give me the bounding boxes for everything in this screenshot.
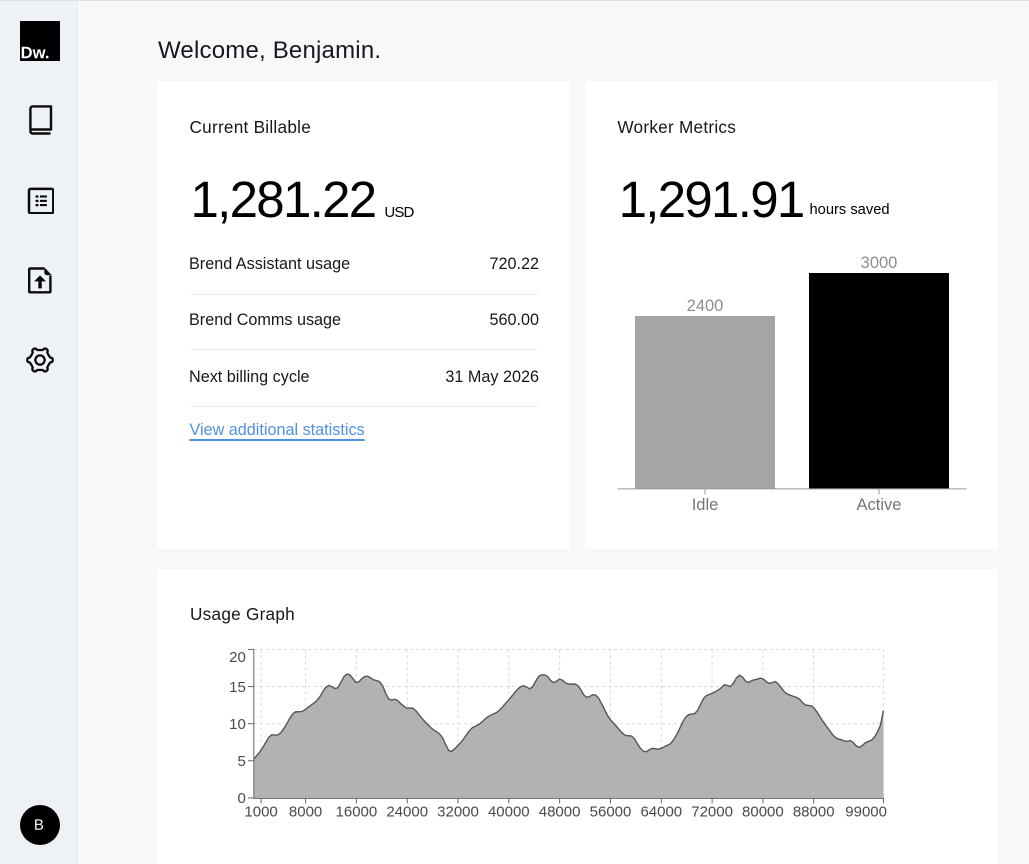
svg-text:32000: 32000 — [437, 803, 479, 820]
svg-text:1000: 1000 — [244, 803, 277, 820]
svg-text:5: 5 — [237, 753, 245, 770]
svg-text:48000: 48000 — [539, 803, 581, 820]
svg-text:0: 0 — [237, 790, 245, 807]
svg-text:72000: 72000 — [691, 803, 733, 820]
svg-text:10: 10 — [229, 716, 246, 733]
svg-text:64000: 64000 — [640, 803, 682, 820]
svg-text:56000: 56000 — [590, 803, 632, 820]
svg-text:40000: 40000 — [488, 803, 530, 820]
svg-text:8000: 8000 — [289, 803, 322, 820]
svg-text:99000: 99000 — [845, 803, 887, 820]
svg-text:20: 20 — [229, 649, 246, 666]
svg-text:88000: 88000 — [793, 803, 835, 820]
svg-text:80000: 80000 — [742, 803, 784, 820]
svg-text:16000: 16000 — [336, 803, 378, 820]
svg-text:24000: 24000 — [386, 803, 428, 820]
svg-text:15: 15 — [229, 679, 246, 696]
